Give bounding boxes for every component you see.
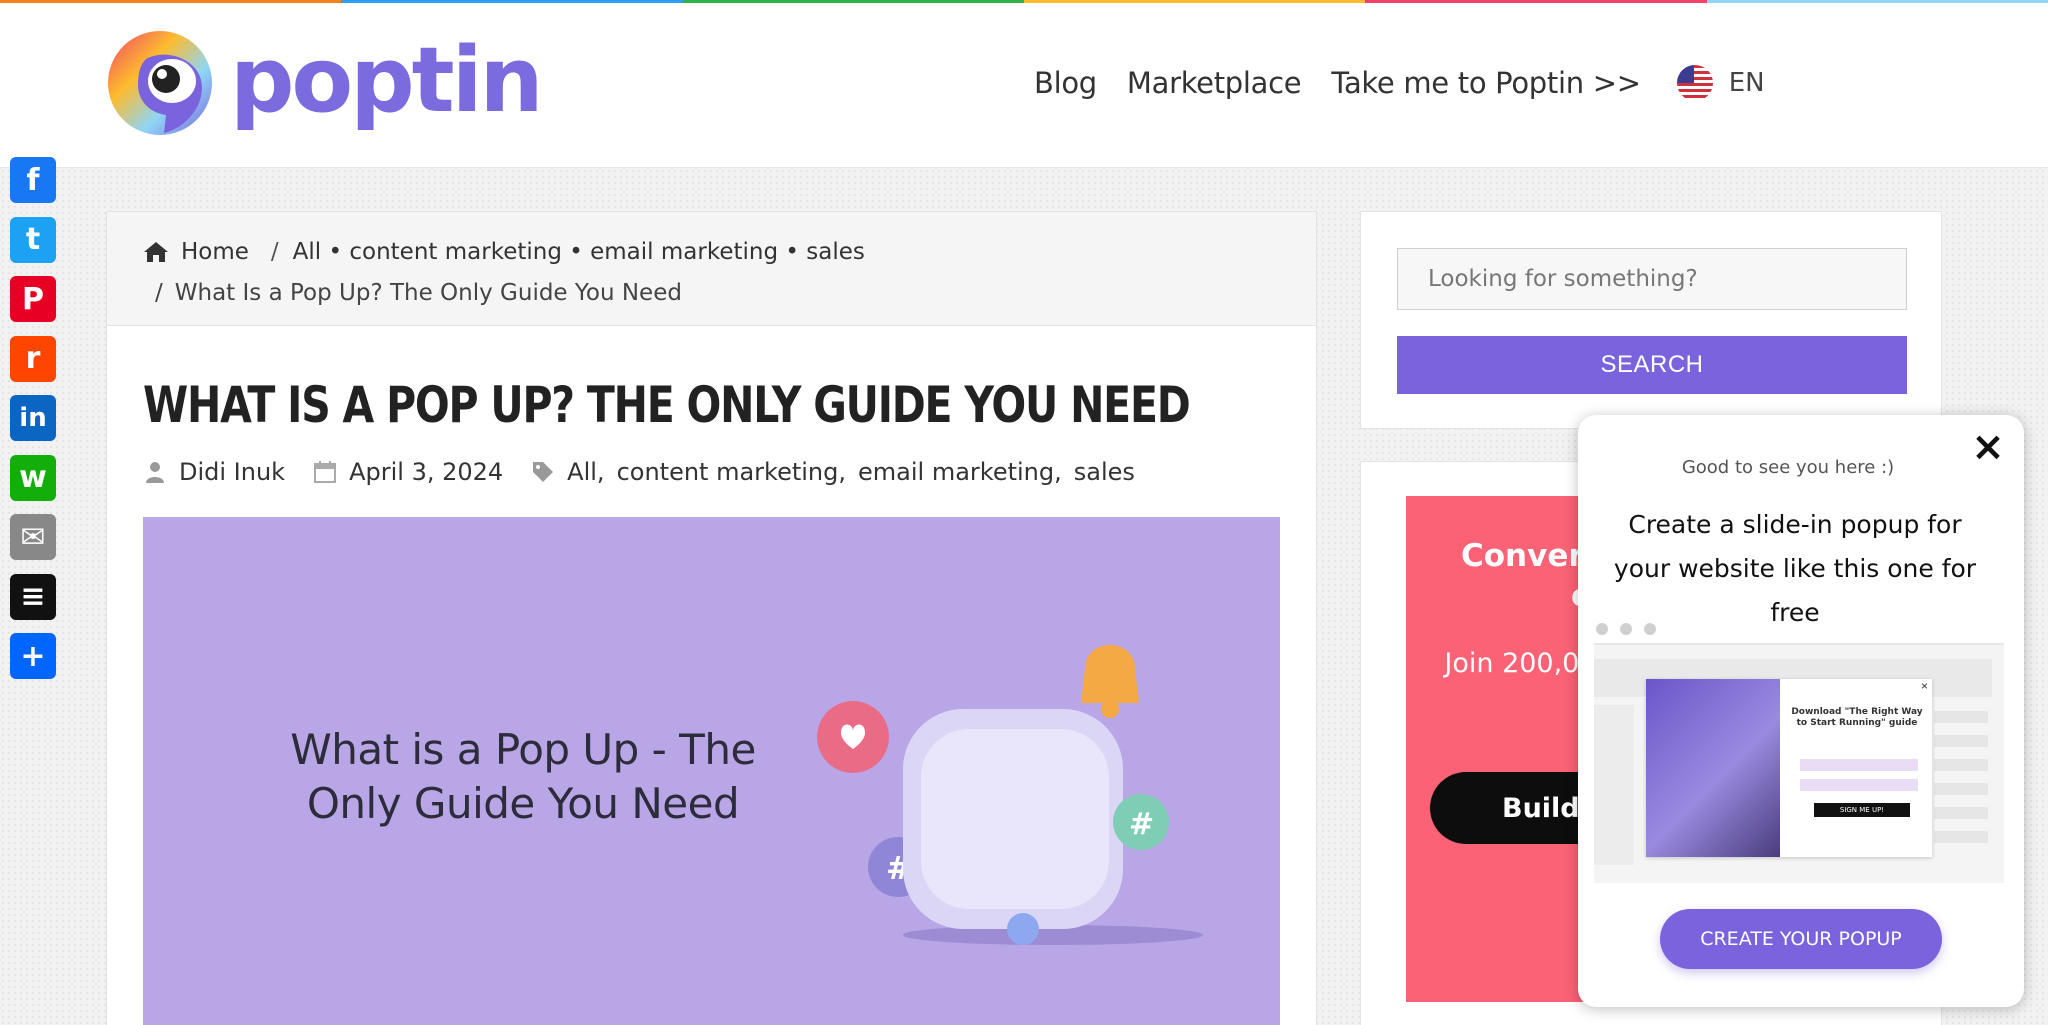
breadcrumb-current: What Is a Pop Up? The Only Guide You Nee… bbox=[174, 280, 682, 306]
whatsapp-icon[interactable]: w bbox=[10, 454, 56, 501]
tag-icon bbox=[533, 462, 554, 482]
category-link[interactable]: All, bbox=[567, 458, 604, 486]
reddit-icon[interactable]: r bbox=[10, 335, 56, 382]
language-label: EN bbox=[1728, 68, 1765, 98]
hero-text: What is a Pop Up - The Only Guide You Ne… bbox=[290, 725, 756, 828]
author-name[interactable]: Didi Inuk bbox=[179, 458, 285, 486]
pinterest-icon[interactable]: P bbox=[10, 276, 56, 322]
search-button[interactable]: SEARCH bbox=[1397, 336, 1907, 394]
home-icon bbox=[144, 242, 168, 262]
breadcrumb: Home / All • content marketing • email m… bbox=[107, 212, 1316, 326]
post-date: April 3, 2024 bbox=[349, 458, 504, 486]
author-icon bbox=[146, 462, 164, 483]
calendar-icon bbox=[314, 461, 337, 483]
email-icon[interactable]: ✉ bbox=[10, 514, 56, 560]
article-meta: Didi Inuk April 3, 2024 All, content mar… bbox=[143, 458, 1147, 486]
breadcrumb-home[interactable]: Home bbox=[181, 239, 249, 265]
poptin-mascot-icon bbox=[108, 31, 212, 135]
popup-heading: Create a slide-in popup for your website… bbox=[1613, 510, 1977, 627]
popup-preview-image: × Download "The Right Way to Start Runni… bbox=[1594, 643, 2004, 883]
sidebar-search-widget: Looking for something? SEARCH bbox=[1360, 211, 1942, 429]
category-link[interactable]: sales bbox=[1074, 458, 1135, 486]
create-your-popup-button[interactable]: CREATE YOUR POPUP bbox=[1660, 909, 1942, 969]
preview-signup-button: SIGN ME UP! bbox=[1814, 803, 1910, 817]
language-switcher[interactable]: EN bbox=[1676, 65, 1765, 101]
share-plus-icon[interactable]: + bbox=[10, 633, 56, 679]
article-card: Home / All • content marketing • email m… bbox=[106, 211, 1317, 1025]
hero-image: What is a Pop Up - The Only Guide You Ne… bbox=[143, 517, 1280, 1025]
nav-marketplace[interactable]: Marketplace bbox=[1127, 66, 1302, 100]
slide-in-popup: × Good to see you here :) Create a slide… bbox=[1578, 415, 2024, 1007]
breadcrumb-separator: / bbox=[155, 280, 163, 306]
breadcrumb-separator: / bbox=[270, 239, 279, 265]
category-link[interactable]: content marketing, bbox=[617, 458, 846, 486]
article-title: WHAT IS A POP UP? THE ONLY GUIDE YOU NEE… bbox=[143, 376, 1191, 434]
twitter-icon[interactable]: t bbox=[10, 216, 56, 263]
preview-photo bbox=[1646, 679, 1780, 857]
linkedin-icon[interactable]: in bbox=[10, 395, 56, 441]
nav-take-me-to-poptin[interactable]: Take me to Poptin >> bbox=[1331, 66, 1641, 100]
preview-headline: Download "The Right Way to Start Running… bbox=[1791, 707, 1923, 728]
preview-popup-card: × Download "The Right Way to Start Runni… bbox=[1646, 679, 1932, 857]
site-header: poptin Blog Marketplace Take me to Popti… bbox=[0, 3, 2048, 168]
share-bar: f t Pr in w ✉ ≡ + bbox=[10, 157, 56, 693]
logo-wordmark: poptin bbox=[230, 28, 544, 133]
facebook-icon[interactable]: f bbox=[10, 157, 56, 203]
nav-blog[interactable]: Blog bbox=[1034, 66, 1097, 100]
search-input[interactable]: Looking for something? bbox=[1397, 248, 1907, 310]
popup-subtitle: Good to see you here :) bbox=[1681, 457, 1895, 478]
preview-close-icon: × bbox=[1920, 679, 1928, 693]
category-link[interactable]: email marketing, bbox=[858, 458, 1062, 486]
poptin-logo[interactable]: poptin bbox=[106, 29, 544, 139]
popup-illustration: # # bbox=[817, 645, 1203, 945]
breadcrumb-categories[interactable]: All • content marketing • email marketin… bbox=[293, 239, 865, 265]
main-nav: Blog Marketplace Take me to Poptin >> EN bbox=[1034, 65, 1765, 101]
us-flag-icon bbox=[1676, 65, 1713, 101]
browser-dots bbox=[1596, 623, 1668, 635]
buffer-icon[interactable]: ≡ bbox=[10, 573, 56, 620]
svg-text:#: # bbox=[1129, 807, 1154, 842]
